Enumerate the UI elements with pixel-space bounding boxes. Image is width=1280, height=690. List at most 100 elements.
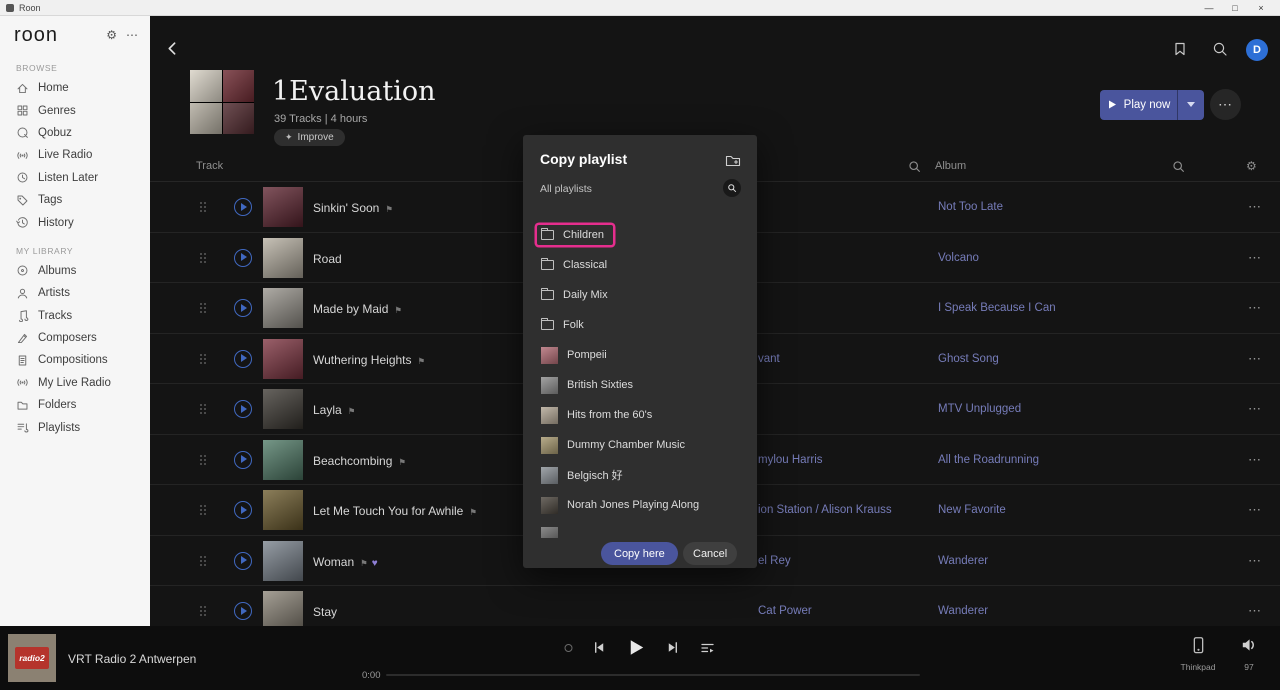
sidebar-item-folders[interactable]: Folders [0,394,150,416]
track-album-link[interactable]: All the Roadrunning [938,454,1039,466]
sidebar-item-compositions[interactable]: Compositions [0,349,150,371]
sidebar-item-my-live-radio[interactable]: My Live Radio [0,372,150,394]
sidebar-item-tags[interactable]: Tags [0,189,150,211]
minimize-button[interactable]: — [1196,0,1222,16]
sidebar-item-history[interactable]: History [0,211,150,233]
track-title[interactable]: Sinkin' Soon [313,201,379,215]
track-artist-link[interactable]: ion Station / Alison Krauss [758,504,892,516]
row-play-button[interactable] [234,451,252,469]
maximize-button[interactable]: □ [1222,0,1248,16]
track-title[interactable]: Beachcombing [313,454,392,468]
row-more-button[interactable]: ⋯ [1248,351,1262,367]
track-album-link[interactable]: New Favorite [938,504,1006,516]
drag-handle-icon[interactable] [200,455,207,466]
row-more-button[interactable]: ⋯ [1248,300,1262,316]
drag-handle-icon[interactable] [200,354,207,365]
drag-handle-icon[interactable] [200,556,207,567]
drag-handle-icon[interactable] [200,404,207,415]
bookmark-icon[interactable] [1172,41,1188,57]
folder-list-item[interactable]: Classical [523,250,757,280]
play-now-button[interactable]: Play now [1100,90,1177,120]
drag-handle-icon[interactable] [200,505,207,516]
play-options-dropdown[interactable] [1177,90,1204,120]
now-playing-title[interactable]: VRT Radio 2 Antwerpen [68,652,196,666]
zone-selector[interactable]: Thinkpad [1178,636,1218,672]
row-more-button[interactable]: ⋯ [1248,603,1262,619]
playlist-list-item[interactable]: Pompeii [523,340,757,370]
playlist-list-item[interactable]: Hits from the 60's [523,400,757,430]
track-artist-link[interactable]: Cat Power [758,605,812,617]
cancel-button[interactable]: Cancel [683,542,737,565]
track-album-link[interactable]: Volcano [938,252,979,264]
playlist-list-item[interactable] [523,520,757,538]
row-play-button[interactable] [234,501,252,519]
new-folder-icon[interactable] [725,153,741,169]
track-title[interactable]: Layla [313,403,342,417]
sidebar-more-icon[interactable]: ⋯ [126,28,138,42]
track-title[interactable]: Made by Maid [313,302,388,316]
playlist-list-item[interactable]: Belgisch 好 [523,460,757,490]
folder-list-item[interactable]: Children [523,220,757,250]
row-more-button[interactable]: ⋯ [1248,401,1262,417]
sidebar-item-composers[interactable]: Composers [0,327,150,349]
album-search-icon[interactable] [1172,160,1185,173]
row-play-button[interactable] [234,400,252,418]
close-button[interactable]: × [1248,0,1274,16]
track-title[interactable]: Let Me Touch You for Awhile [313,504,463,518]
row-more-button[interactable]: ⋯ [1248,452,1262,468]
next-track-icon[interactable] [666,640,681,655]
table-settings-gear-icon[interactable]: ⚙ [1246,159,1257,173]
sidebar-item-home[interactable]: Home [0,77,150,99]
volume-control[interactable]: 97 [1232,636,1266,672]
sidebar-item-tracks[interactable]: Tracks [0,305,150,327]
sidebar-item-listen-later[interactable]: Listen Later [0,167,150,189]
sidebar-item-live-radio[interactable]: Live Radio [0,144,150,166]
folder-list-item[interactable]: Daily Mix [523,280,757,310]
record-dot-icon[interactable] [565,644,573,652]
track-album-link[interactable]: I Speak Because I Can [938,302,1056,314]
copy-here-button[interactable]: Copy here [601,542,678,565]
table-row[interactable]: Stay Cat Power Wanderer ⋯ [150,586,1280,626]
avatar[interactable]: D [1246,39,1268,61]
row-play-button[interactable] [234,350,252,368]
track-title[interactable]: Stay [313,605,337,619]
track-album-link[interactable]: Wanderer [938,555,988,567]
track-album-link[interactable]: Ghost Song [938,353,999,365]
row-more-button[interactable]: ⋯ [1248,553,1262,569]
drag-handle-icon[interactable] [200,202,207,213]
row-more-button[interactable]: ⋯ [1248,502,1262,518]
row-play-button[interactable] [234,552,252,570]
track-album-link[interactable]: MTV Unplugged [938,403,1021,415]
track-album-link[interactable]: Not Too Late [938,201,1003,213]
seek-bar[interactable] [386,674,920,676]
album-column-header[interactable]: Album [935,160,966,172]
track-title[interactable]: Road [313,252,342,266]
row-play-button[interactable] [234,249,252,267]
drag-handle-icon[interactable] [200,606,207,617]
row-more-button[interactable]: ⋯ [1248,250,1262,266]
back-icon[interactable] [164,40,181,57]
track-column-header[interactable]: Track [196,160,223,172]
playlist-list-item[interactable]: Dummy Chamber Music [523,430,757,460]
track-album-link[interactable]: Wanderer [938,605,988,617]
track-title[interactable]: Wuthering Heights [313,353,412,367]
all-playlists-label[interactable]: All playlists [540,183,592,195]
track-artist-link[interactable]: vant [758,353,780,365]
settings-gear-icon[interactable]: ⚙ [106,28,117,42]
queue-icon[interactable] [700,640,716,656]
sidebar-item-playlists[interactable]: Playlists [0,416,150,438]
folder-list-item[interactable]: Folk [523,310,757,340]
track-artist-link[interactable]: mylou Harris [758,454,823,466]
play-button-icon[interactable] [626,637,647,658]
track-title[interactable]: Woman [313,555,354,569]
drag-handle-icon[interactable] [200,303,207,314]
now-playing-art[interactable]: radio2 [8,634,56,682]
search-icon[interactable] [1212,41,1228,57]
improve-button[interactable]: ✦ Improve [274,129,345,146]
sidebar-item-qobuz[interactable]: Qobuz [0,122,150,144]
row-play-button[interactable] [234,299,252,317]
sidebar-item-genres[interactable]: Genres [0,99,150,121]
playlist-search-button[interactable] [723,179,741,197]
sidebar-item-albums[interactable]: Albums [0,260,150,282]
row-play-button[interactable] [234,198,252,216]
